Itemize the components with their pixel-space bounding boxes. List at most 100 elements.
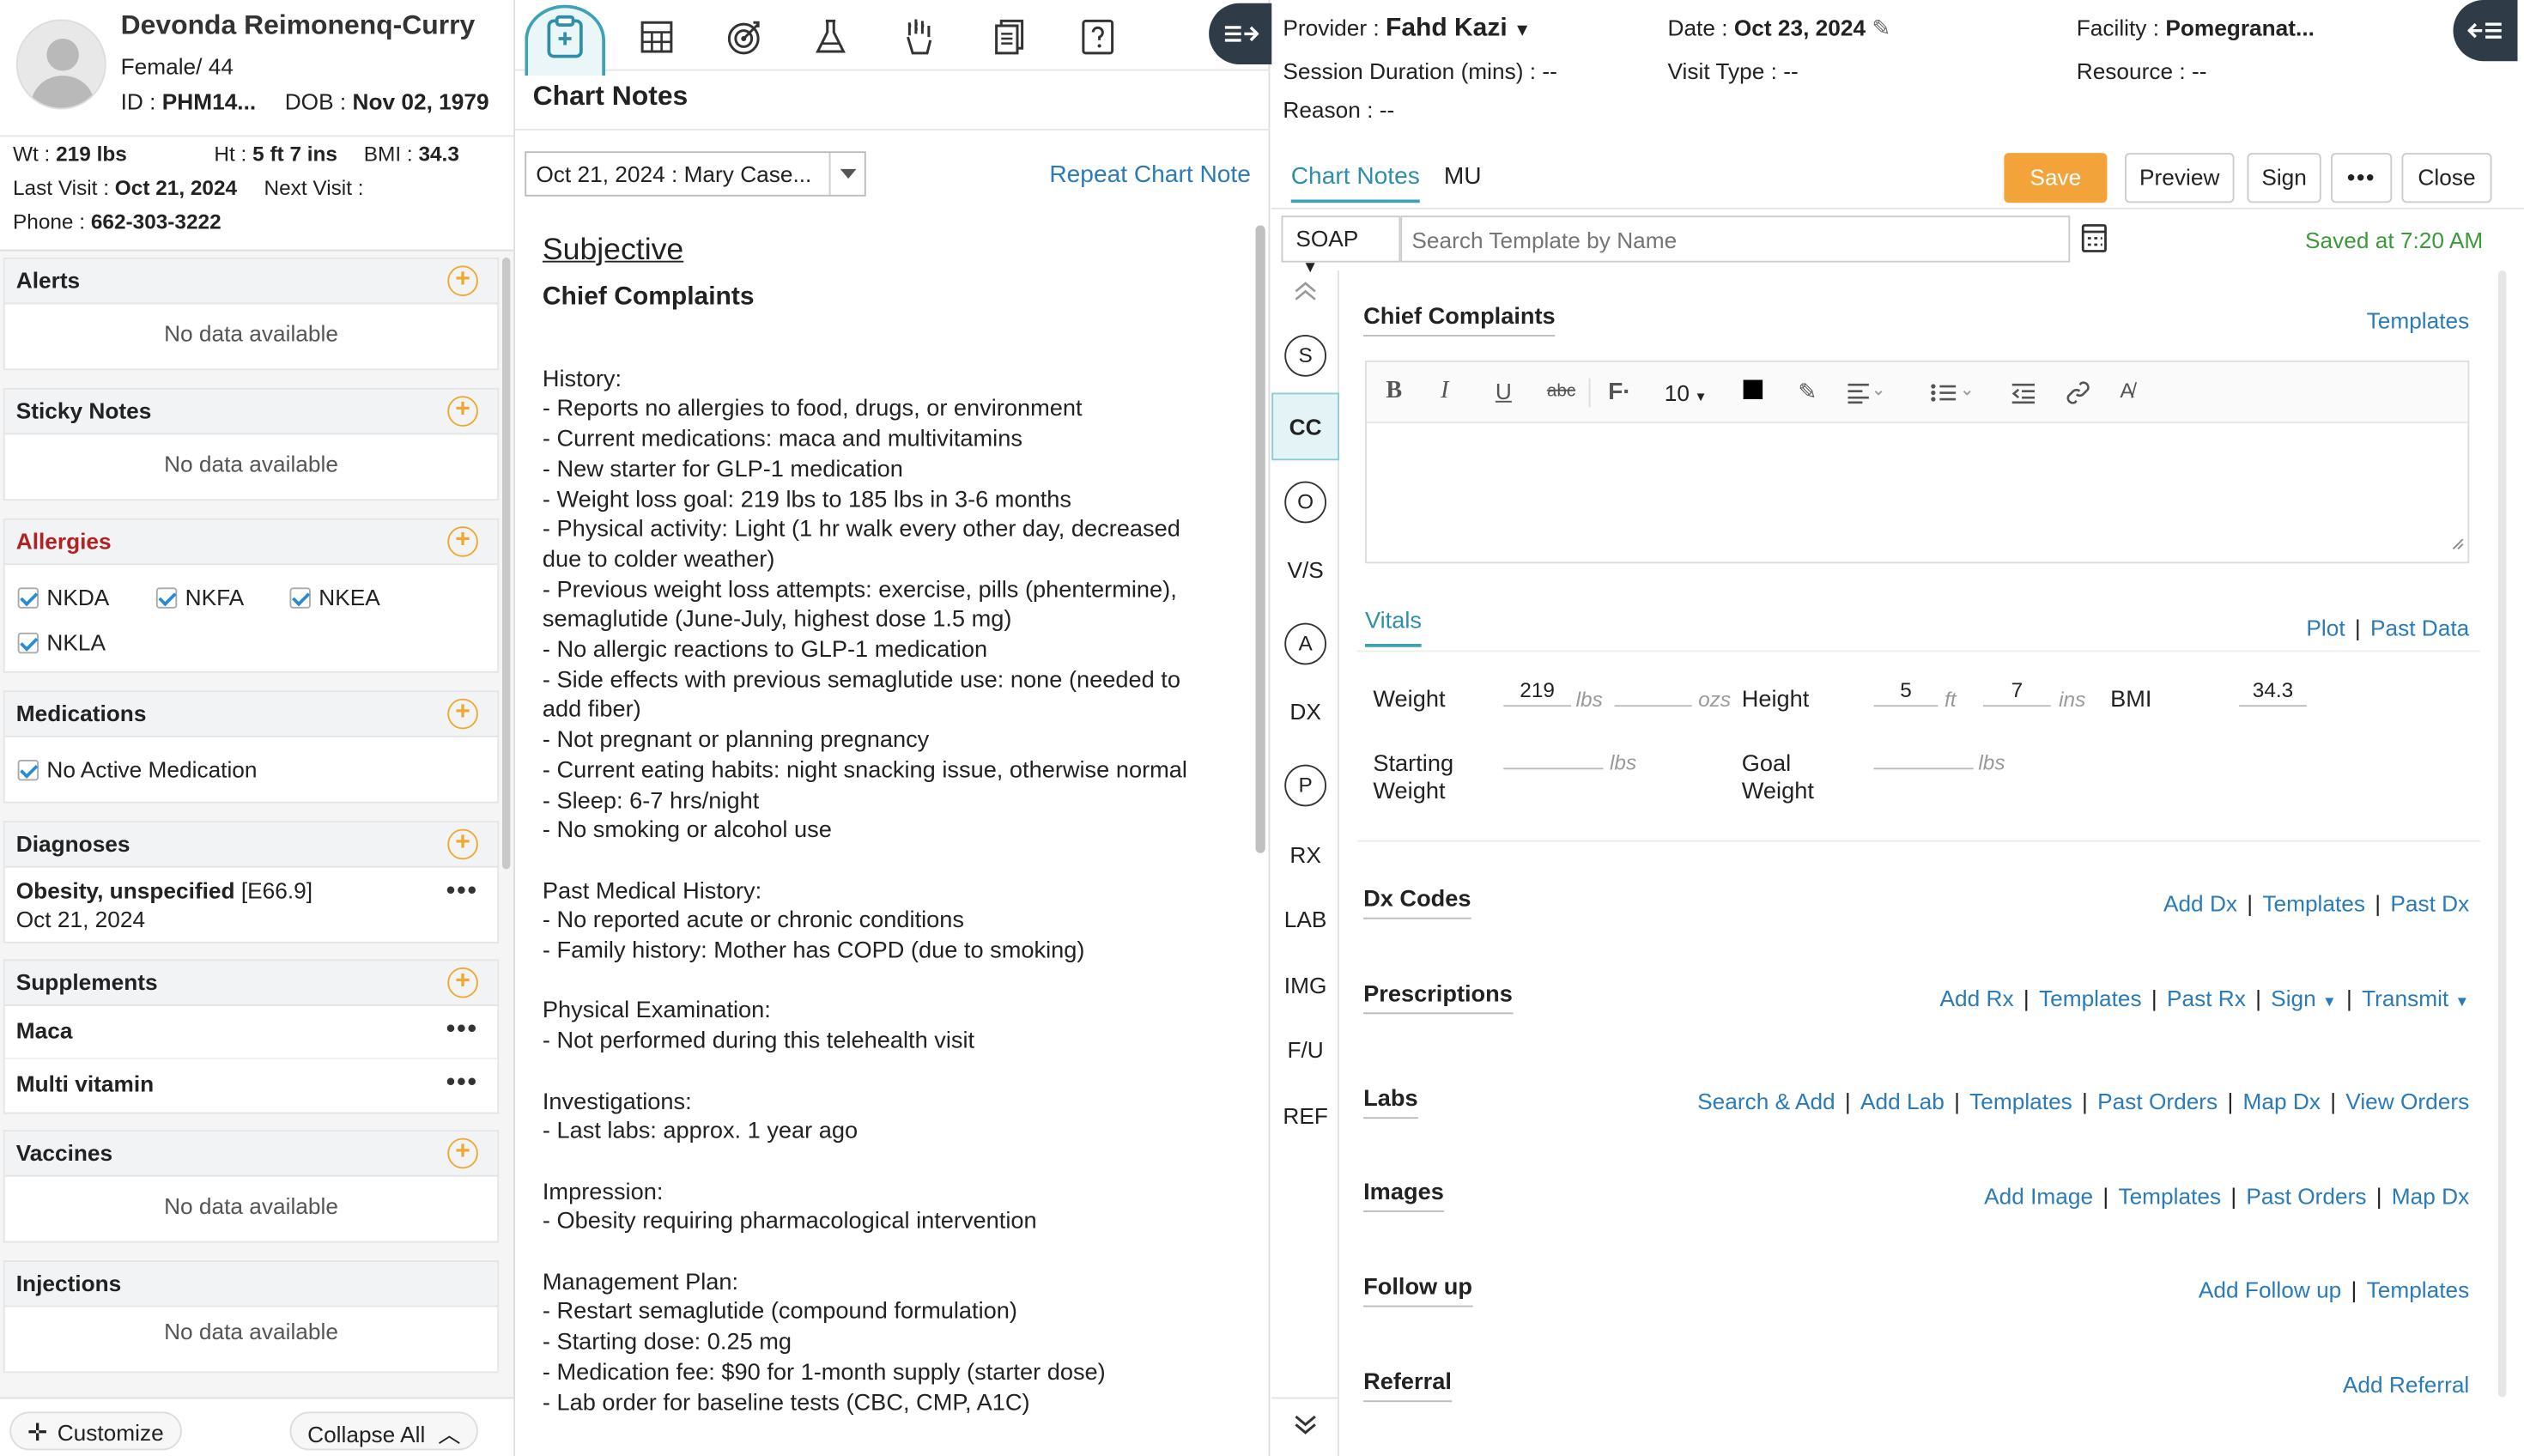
add-follow-up-link[interactable]: Add Follow up <box>2199 1277 2341 1302</box>
add-medication-icon[interactable]: + <box>447 698 478 730</box>
add-alert-icon[interactable]: + <box>447 265 478 296</box>
view-orders-link[interactable]: View Orders <box>2345 1089 2469 1114</box>
nav-lab[interactable]: LAB <box>1271 907 1339 932</box>
underline-icon[interactable]: U <box>1496 379 1512 404</box>
rx-transmit-dropdown[interactable]: Transmit ▼ <box>2362 986 2469 1011</box>
pencil-icon[interactable]: ✎ <box>1872 15 1890 40</box>
preview-button[interactable]: Preview <box>2125 153 2235 203</box>
close-button[interactable]: Close <box>2401 153 2492 203</box>
nav-subjective[interactable]: S <box>1284 335 1326 377</box>
collapse-all-button[interactable]: Collapse All ︿ <box>289 1411 479 1451</box>
goal-weight-input[interactable] <box>1873 741 1974 770</box>
height-in-input[interactable]: 7 <box>1983 677 2051 707</box>
font-family-icon[interactable]: F· <box>1608 379 1631 406</box>
past-dx-link[interactable]: Past Dx <box>2390 890 2469 916</box>
alerts-header[interactable]: Alerts + <box>4 258 498 305</box>
provider-field[interactable]: Provider : Fahd Kazi ▼ <box>1283 15 1531 44</box>
nav-plan[interactable]: P <box>1284 764 1326 807</box>
tab-mu[interactable]: MU <box>1444 162 1482 190</box>
strikethrough-icon[interactable]: abc <box>1547 381 1575 401</box>
no-active-medication[interactable]: No Active Medication <box>17 756 258 782</box>
past-rx-link[interactable]: Past Rx <box>2167 986 2246 1011</box>
encounter-scrollbar[interactable] <box>2498 270 2507 1398</box>
diagnoses-header[interactable]: Diagnoses + <box>4 822 498 868</box>
indent-icon[interactable] <box>2011 381 2036 412</box>
add-diagnosis-icon[interactable]: + <box>447 828 478 860</box>
bullet-list-icon[interactable] <box>1930 381 1975 412</box>
collapse-panel-button[interactable] <box>1209 3 1274 64</box>
note-scrollbar[interactable] <box>1255 225 1265 853</box>
template-list-icon[interactable] <box>2080 222 2109 263</box>
add-lab-link[interactable]: Add Lab <box>1860 1089 1945 1114</box>
height-ft-input[interactable]: 5 <box>1873 677 1939 707</box>
bmi-input[interactable]: 34.3 <box>2239 677 2307 707</box>
chart-note-select[interactable]: Oct 21, 2024 : Mary Case... <box>525 151 866 197</box>
chevron-up-double-icon[interactable] <box>1293 280 1319 311</box>
clipboard-icon[interactable] <box>541 13 589 61</box>
nav-referral[interactable]: REF <box>1271 1102 1339 1128</box>
images-past-orders-link[interactable]: Past Orders <box>2246 1183 2366 1209</box>
font-size-select[interactable]: 10 ▼ <box>1665 380 1708 406</box>
medications-header[interactable]: Medications + <box>4 692 498 737</box>
add-image-link[interactable]: Add Image <box>1984 1183 2093 1209</box>
rx-templates-link[interactable]: Templates <box>2039 986 2142 1011</box>
add-allergy-icon[interactable]: + <box>447 526 478 557</box>
help-icon[interactable] <box>1074 13 1122 61</box>
nav-vitals[interactable]: V/S <box>1271 557 1339 583</box>
vaccines-header[interactable]: Vaccines + <box>4 1131 498 1177</box>
nav-assessment[interactable]: A <box>1284 622 1326 665</box>
images-templates-link[interactable]: Templates <box>2118 1183 2221 1209</box>
allergy-item[interactable]: NKFA <box>155 585 244 610</box>
rx-sign-dropdown[interactable]: Sign ▼ <box>2271 986 2337 1011</box>
diagnosis-more-icon[interactable]: ••• <box>446 877 478 907</box>
labs-past-orders-link[interactable]: Past Orders <box>2097 1089 2218 1114</box>
starting-weight-input[interactable] <box>1503 741 1604 770</box>
resize-handle-icon[interactable] <box>2452 530 2465 559</box>
highlight-pen-icon[interactable]: ✎ <box>1798 379 1817 406</box>
calculator-icon[interactable] <box>633 13 681 61</box>
more-actions-button[interactable]: ••• <box>2331 153 2393 203</box>
allergy-item[interactable]: NKEA <box>289 585 380 610</box>
search-add-lab-link[interactable]: Search & Add <box>1697 1089 1835 1114</box>
injections-header[interactable]: Injections <box>4 1262 498 1307</box>
italic-icon[interactable]: I <box>1441 379 1448 406</box>
nav-img[interactable]: IMG <box>1271 973 1339 998</box>
nav-objective[interactable]: O <box>1284 481 1326 524</box>
supplement-more-icon[interactable]: ••• <box>446 1016 478 1045</box>
allergy-item[interactable]: NKDA <box>17 585 109 610</box>
plot-link[interactable]: Plot <box>2306 615 2345 640</box>
template-type-select[interactable]: SOAP ▼ <box>1281 215 1401 277</box>
sidebar-scrollbar[interactable] <box>502 258 511 870</box>
nav-rx[interactable]: RX <box>1271 842 1339 868</box>
bold-icon[interactable]: B <box>1386 379 1402 406</box>
add-sticky-note-icon[interactable]: + <box>447 396 478 427</box>
dx-templates-link[interactable]: Templates <box>2262 890 2365 916</box>
nav-dx[interactable]: DX <box>1271 699 1339 725</box>
chief-templates-link[interactable]: Templates <box>2367 307 2470 333</box>
xray-hand-icon[interactable] <box>895 13 943 61</box>
customize-button[interactable]: ✛ Customize <box>9 1411 182 1451</box>
supplement-more-icon[interactable]: ••• <box>446 1069 478 1098</box>
chevron-down-double-icon[interactable] <box>1293 1413 1319 1444</box>
dropdown-arrow-icon[interactable] <box>828 153 865 195</box>
text-color-icon[interactable] <box>1743 379 1763 399</box>
expand-panel-button[interactable] <box>2453 0 2518 62</box>
add-supplement-icon[interactable]: + <box>447 967 478 998</box>
add-rx-link[interactable]: Add Rx <box>1940 986 2014 1011</box>
chief-complaints-editor[interactable]: B I U abc F· 10 ▼ ✎ A̸ <box>1365 361 2470 564</box>
target-icon[interactable] <box>719 13 768 61</box>
nav-chief-complaints[interactable]: CC <box>1271 392 1339 461</box>
images-map-dx-link[interactable]: Map Dx <box>2392 1183 2469 1209</box>
tab-chart-notes[interactable]: Chart Notes <box>1290 162 1420 203</box>
clear-format-icon[interactable]: A̸ <box>2120 379 2133 403</box>
weight-oz-input[interactable] <box>1614 677 1692 707</box>
add-referral-link[interactable]: Add Referral <box>2343 1372 2469 1398</box>
sticky-notes-header[interactable]: Sticky Notes + <box>4 389 498 435</box>
nav-follow-up[interactable]: F/U <box>1271 1037 1339 1063</box>
supplements-header[interactable]: Supplements + <box>4 961 498 1006</box>
weight-input[interactable]: 219 <box>1503 677 1571 707</box>
add-vaccine-icon[interactable]: + <box>447 1138 478 1169</box>
past-data-link[interactable]: Past Data <box>2370 615 2469 640</box>
save-button[interactable]: Save <box>2004 153 2108 203</box>
flask-icon[interactable] <box>806 13 854 61</box>
